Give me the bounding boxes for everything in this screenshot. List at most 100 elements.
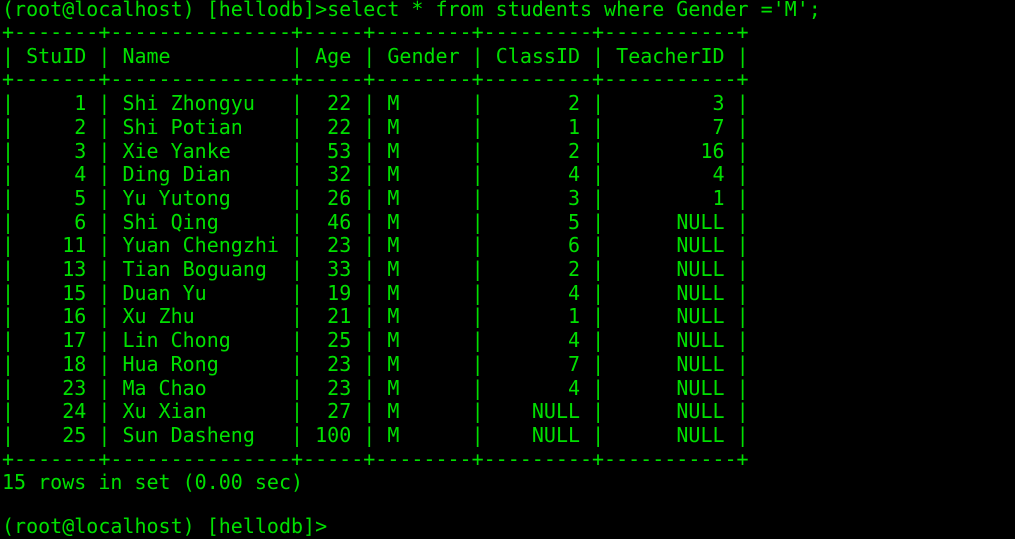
- table-cell: 2: [495, 138, 581, 163]
- table-cell: 5: [26, 185, 87, 210]
- table-cell: NULL: [616, 233, 725, 258]
- command-line: (root@localhost) [hellodb]>select * from…: [2, 0, 821, 22]
- table-cell: 33: [315, 257, 352, 281]
- table-cell: 16: [26, 304, 87, 329]
- table-cell: 26: [315, 185, 352, 210]
- column-header: Age: [315, 43, 352, 68]
- table-cell: M: [387, 422, 460, 447]
- table-cell: Yuan Chengzhi: [122, 233, 279, 258]
- table-cell: 24: [26, 399, 87, 424]
- table-cell: NULL: [616, 351, 725, 376]
- table-cell: NULL: [616, 257, 725, 281]
- table-cell: NULL: [616, 280, 725, 305]
- table-cell: Ding Dian: [122, 162, 279, 187]
- table-cell: 6: [495, 233, 581, 258]
- next-prompt: (root@localhost) [hellodb]>: [2, 514, 328, 538]
- table-row: | 4 | Ding Dian | 32 | M | 4 | 4 |: [2, 162, 749, 187]
- table-cell: 53: [315, 138, 352, 163]
- table-cell: 1: [26, 91, 87, 116]
- table-cell: M: [387, 351, 460, 376]
- table-row: | 24 | Xu Xian | 27 | M | NULL | NULL |: [2, 399, 749, 424]
- table-cell: 3: [26, 138, 87, 163]
- table-cell: 11: [26, 233, 87, 258]
- table-cell: M: [387, 304, 460, 329]
- table-cell: Xu Xian: [122, 399, 279, 424]
- table-row: | 15 | Duan Yu | 19 | M | 4 | NULL |: [2, 280, 749, 305]
- command-text: select * from students where Gender ='M'…: [327, 0, 821, 21]
- table-cell: NULL: [616, 422, 725, 447]
- table-cell: Tian Boguang: [122, 257, 279, 281]
- table-cell: Lin Chong: [122, 328, 279, 353]
- table-cell: 21: [315, 304, 352, 329]
- table-cell: 23: [315, 375, 352, 400]
- table-row: | 18 | Hua Rong | 23 | M | 7 | NULL |: [2, 351, 749, 376]
- table-cell: M: [387, 399, 460, 424]
- table-cell: 23: [315, 233, 352, 258]
- table-cell: M: [387, 233, 460, 258]
- table-cell: Duan Yu: [122, 280, 279, 305]
- column-header: TeacherID: [616, 43, 725, 68]
- table-cell: Shi Zhongyu: [122, 91, 279, 116]
- table-border-top: +-------+---------------+-----+--------+…: [2, 20, 749, 44]
- table-cell: 1: [616, 185, 725, 210]
- table-cell: NULL: [495, 422, 581, 447]
- table-cell: 25: [315, 328, 352, 353]
- table-cell: 4: [26, 162, 87, 187]
- table-cell: 1: [495, 304, 581, 329]
- column-header: Gender: [387, 43, 460, 68]
- table-row: | 3 | Xie Yanke | 53 | M | 2 | 16 |: [2, 138, 749, 163]
- table-cell: 4: [495, 328, 581, 353]
- table-cell: M: [387, 209, 460, 234]
- table-row: | 25 | Sun Dasheng | 100 | M | NULL | NU…: [2, 422, 749, 447]
- table-cell: 17: [26, 328, 87, 353]
- table-row: | 13 | Tian Boguang | 33 | M | 2 | NULL …: [2, 257, 749, 281]
- table-cell: Sun Dasheng: [122, 422, 279, 447]
- table-cell: NULL: [495, 399, 581, 424]
- table-cell: NULL: [616, 304, 725, 329]
- table-cell: 2: [495, 257, 581, 281]
- table-cell: 2: [26, 114, 87, 139]
- table-cell: M: [387, 185, 460, 210]
- table-cell: Hua Rong: [122, 351, 279, 376]
- table-cell: M: [387, 162, 460, 187]
- table-cell: M: [387, 114, 460, 139]
- table-cell: 4: [495, 375, 581, 400]
- table-cell: 3: [616, 91, 725, 116]
- table-row: | 6 | Shi Qing | 46 | M | 5 | NULL |: [2, 209, 749, 234]
- table-cell: 6: [26, 209, 87, 234]
- table-row: | 17 | Lin Chong | 25 | M | 4 | NULL |: [2, 328, 749, 353]
- table-row: | 1 | Shi Zhongyu | 22 | M | 2 | 3 |: [2, 91, 749, 116]
- table-cell: M: [387, 91, 460, 116]
- table-cell: NULL: [616, 209, 725, 234]
- table-cell: NULL: [616, 375, 725, 400]
- column-header: StuID: [26, 43, 87, 68]
- table-cell: 3: [495, 185, 581, 210]
- table-cell: Ma Chao: [122, 375, 279, 400]
- table-cell: 4: [495, 280, 581, 305]
- status-text: 15 rows in set (0.00 sec): [2, 470, 304, 495]
- table-cell: 15: [26, 280, 87, 305]
- table-cell: M: [387, 138, 460, 163]
- terminal-window[interactable]: (root@localhost) [hellodb]>select * from…: [0, 0, 1015, 538]
- table-cell: 19: [315, 280, 352, 305]
- table-cell: 13: [26, 257, 87, 281]
- table-cell: 1: [495, 114, 581, 139]
- table-row: | 23 | Ma Chao | 23 | M | 4 | NULL |: [2, 375, 749, 400]
- table-cell: M: [387, 257, 460, 281]
- table-cell: 27: [315, 399, 352, 424]
- table-cell: Yu Yutong: [122, 185, 279, 210]
- table-cell: 100: [315, 422, 352, 447]
- table-cell: M: [387, 280, 460, 305]
- table-cell: 4: [495, 162, 581, 187]
- table-cell: 7: [616, 114, 725, 139]
- table-cell: Shi Qing: [122, 209, 279, 234]
- table-cell: NULL: [616, 328, 725, 353]
- table-cell: 16: [616, 138, 725, 163]
- prompt: (root@localhost) [hellodb]>: [2, 0, 328, 21]
- table-cell: 23: [315, 351, 352, 376]
- table-cell: M: [387, 375, 460, 400]
- column-header: ClassID: [495, 43, 581, 68]
- table-row: | 5 | Yu Yutong | 26 | M | 3 | 1 |: [2, 185, 749, 210]
- table-cell: Xie Yanke: [122, 138, 279, 163]
- table-cell: Shi Potian: [122, 114, 279, 139]
